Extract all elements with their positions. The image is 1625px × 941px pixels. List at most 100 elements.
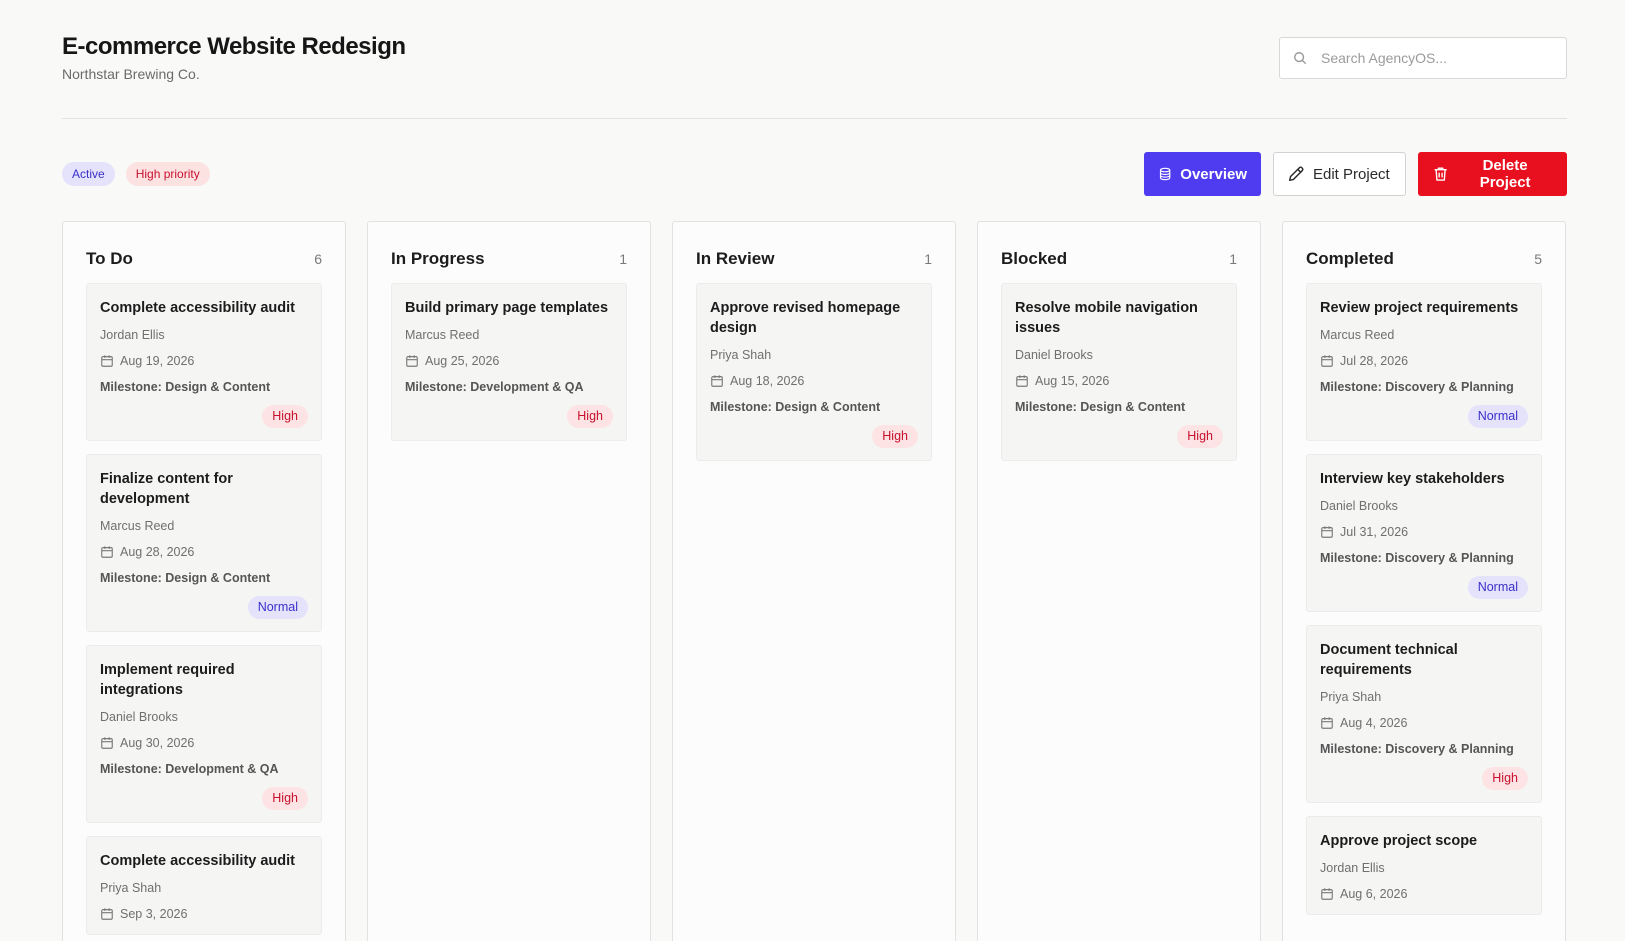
task-card[interactable]: Complete accessibility audit Jordan Elli… (86, 283, 322, 441)
task-date-text: Aug 30, 2026 (120, 736, 195, 750)
edit-project-button[interactable]: Edit Project (1273, 152, 1406, 196)
calendar-icon (1016, 375, 1028, 387)
task-assignee: Jordan Ellis (100, 328, 165, 342)
task-assignee: Daniel Brooks (1320, 499, 1398, 513)
task-card[interactable]: Resolve mobile navigation issues Daniel … (1001, 283, 1237, 461)
calendar-icon (1321, 526, 1333, 538)
delete-project-button[interactable]: Delete Project (1418, 152, 1567, 196)
task-assignee: Marcus Reed (100, 519, 175, 533)
task-card[interactable]: Approve project scope Jordan Ellis Aug 6… (1306, 816, 1542, 915)
column-title: Blocked (1001, 249, 1068, 268)
task-milestone: Milestone: Development & QA (405, 380, 584, 394)
priority-badge: High (262, 787, 308, 810)
column-completed: Completed 5 Review project requirements … (1282, 221, 1566, 941)
database-icon (1159, 167, 1171, 181)
task-milestone: Milestone: Design & Content (100, 380, 271, 394)
column-count: 1 (924, 251, 932, 267)
project-actions: Overview Edit Project Delete Project (1144, 152, 1567, 196)
task-due-date: Sep 3, 2026 (100, 906, 308, 922)
column-blocked: Blocked 1 Resolve mobile navigation issu… (977, 221, 1261, 941)
priority-badge: Normal (1467, 405, 1528, 428)
pencil-icon (1288, 166, 1304, 182)
edit-project-button-label: Edit Project (1313, 165, 1390, 183)
task-assignee: Marcus Reed (1320, 328, 1395, 342)
task-due-date: Aug 28, 2026 (100, 544, 308, 560)
kanban-board: To Do 6 Complete accessibility audit Jor… (62, 221, 1567, 941)
task-due-date: Aug 15, 2026 (1015, 373, 1223, 389)
calendar-icon (406, 355, 418, 367)
header-divider (62, 118, 1567, 119)
task-title: Implement required integrations (100, 662, 235, 698)
priority-badge: High (1482, 767, 1528, 790)
calendar-icon (101, 355, 113, 367)
overview-button[interactable]: Overview (1144, 152, 1261, 196)
task-date-text: Aug 19, 2026 (120, 354, 195, 368)
priority-badge: High priority (125, 162, 210, 186)
trash-icon (1434, 167, 1447, 181)
column-count: 6 (314, 251, 322, 267)
task-assignee: Daniel Brooks (1015, 348, 1093, 362)
task-assignee: Priya Shah (100, 881, 162, 895)
task-date-text: Jul 31, 2026 (1340, 525, 1409, 539)
priority-badge: High (872, 425, 918, 448)
task-title: Resolve mobile navigation issues (1015, 300, 1198, 336)
task-date-text: Aug 15, 2026 (1035, 374, 1110, 388)
task-milestone: Milestone: Development & QA (100, 762, 279, 776)
priority-badge: Normal (247, 596, 308, 619)
task-title: Complete accessibility audit (100, 300, 296, 316)
calendar-icon (711, 375, 723, 387)
task-date-text: Aug 6, 2026 (1340, 887, 1408, 901)
task-date-text: Aug 25, 2026 (425, 354, 500, 368)
task-milestone: Milestone: Discovery & Planning (1320, 551, 1514, 565)
calendar-icon (101, 908, 113, 920)
column-in-review: In Review 1 Approve revised homepage des… (672, 221, 956, 941)
calendar-icon (101, 546, 113, 558)
task-milestone: Milestone: Discovery & Planning (1320, 742, 1514, 756)
column-todo: To Do 6 Complete accessibility audit Jor… (62, 221, 346, 941)
task-title: Complete accessibility audit (100, 853, 296, 869)
task-due-date: Aug 19, 2026 (100, 353, 308, 369)
column-title: In Progress (391, 249, 485, 268)
task-card[interactable]: Build primary page templates Marcus Reed… (391, 283, 627, 441)
task-due-date: Jul 31, 2026 (1320, 524, 1528, 540)
page-header: E-commerce Website Redesign Northstar Br… (62, 32, 1567, 84)
task-title: Build primary page templates (405, 300, 609, 316)
project-tags: Active High priority (62, 162, 210, 186)
column-title: Completed (1306, 249, 1394, 268)
task-assignee: Priya Shah (1320, 690, 1382, 704)
column-count: 1 (1229, 251, 1237, 267)
task-due-date: Aug 30, 2026 (100, 735, 308, 751)
task-assignee: Daniel Brooks (100, 710, 178, 724)
task-title: Review project requirements (1320, 300, 1519, 316)
task-milestone: Milestone: Design & Content (100, 571, 271, 585)
task-card[interactable]: Document technical requirements Priya Sh… (1306, 625, 1542, 803)
task-date-text: Jul 28, 2026 (1340, 354, 1409, 368)
column-title: To Do (86, 249, 133, 268)
search-box[interactable] (1279, 37, 1567, 79)
task-card[interactable]: Implement required integrations Daniel B… (86, 645, 322, 823)
priority-badge: High (1177, 425, 1223, 448)
task-title: Approve project scope (1320, 833, 1478, 849)
priority-badge: High (567, 405, 613, 428)
task-milestone: Milestone: Discovery & Planning (1320, 380, 1514, 394)
task-card[interactable]: Approve revised homepage design Priya Sh… (696, 283, 932, 461)
task-card[interactable]: Complete accessibility audit Priya Shah … (86, 836, 322, 935)
priority-badge: High (262, 405, 308, 428)
task-title: Finalize content for development (100, 471, 233, 507)
search-icon (1294, 52, 1307, 65)
task-card[interactable]: Review project requirements Marcus Reed … (1306, 283, 1542, 441)
overview-button-label: Overview (1180, 165, 1247, 183)
task-milestone: Milestone: Design & Content (710, 400, 881, 414)
task-title: Approve revised homepage design (710, 300, 901, 336)
task-card[interactable]: Finalize content for development Marcus … (86, 454, 322, 632)
delete-project-button-label: Delete Project (1479, 157, 1531, 191)
search-input[interactable] (1321, 50, 1541, 66)
task-card[interactable]: Interview key stakeholders Daniel Brooks… (1306, 454, 1542, 612)
task-date-text: Sep 3, 2026 (120, 907, 188, 921)
task-due-date: Aug 25, 2026 (405, 353, 613, 369)
task-date-text: Aug 18, 2026 (730, 374, 805, 388)
calendar-icon (1321, 717, 1333, 729)
column-count: 1 (619, 251, 627, 267)
calendar-icon (101, 737, 113, 749)
task-due-date: Aug 18, 2026 (710, 373, 918, 389)
